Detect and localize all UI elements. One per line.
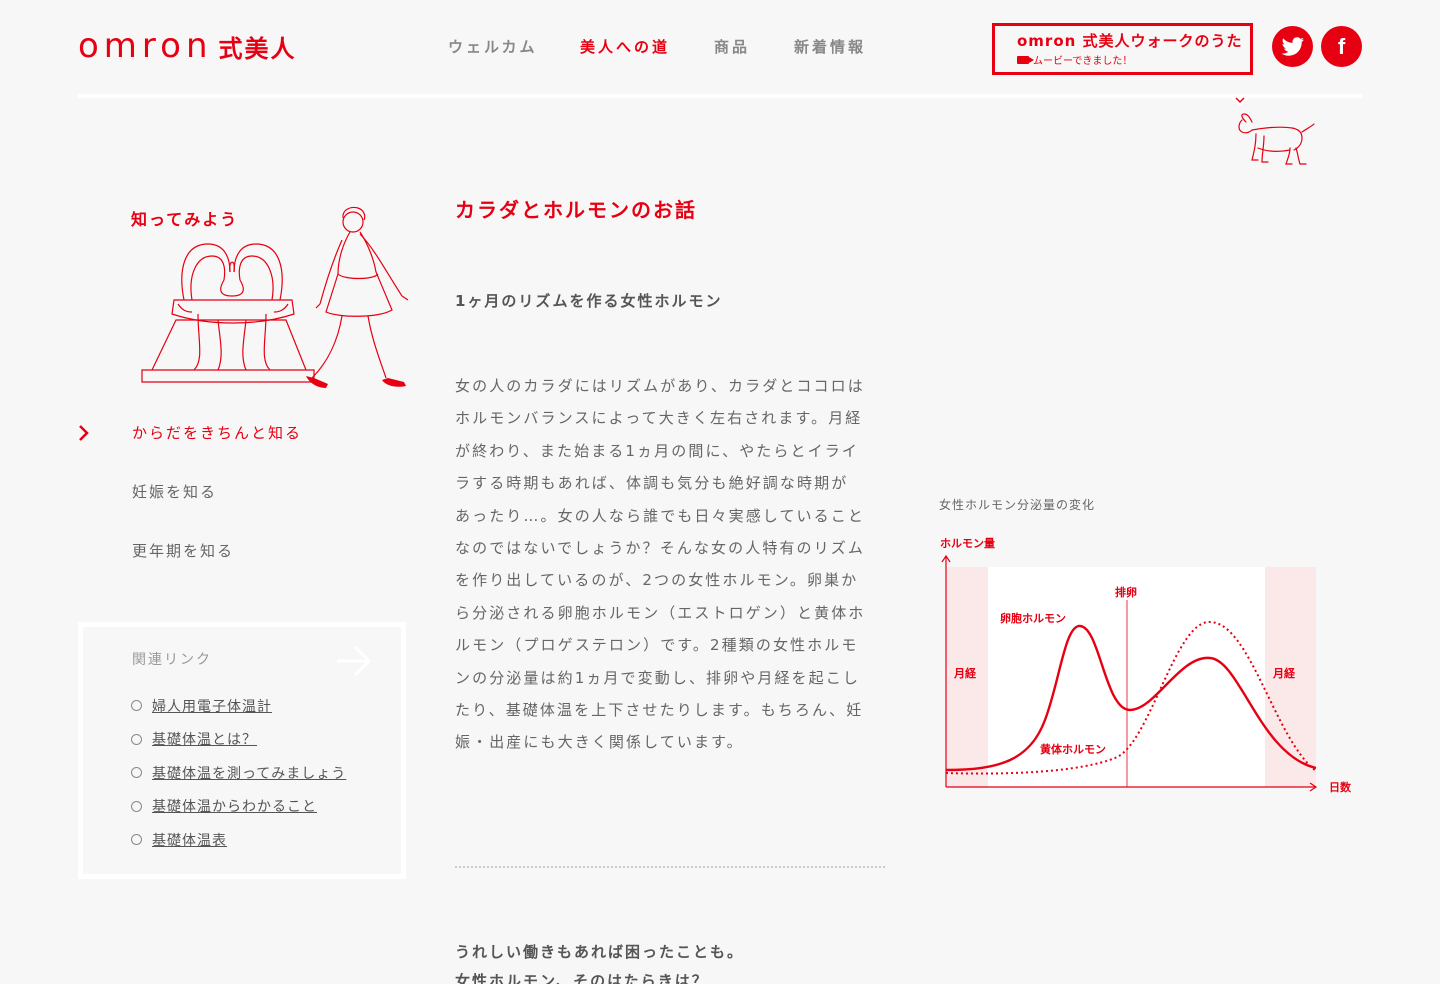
chevron-down-icon — [1230, 96, 1250, 106]
body-line: ルモン（プロゲステロン）です。2種類の女性ホルモ — [455, 636, 859, 655]
body-line: ンの分泌量は約1ヵ月で変動し、排卵や月経を起こし — [455, 668, 860, 687]
annotation-ovulation: 排卵 — [1115, 585, 1137, 599]
page-title: カラダとホルモンのお話 — [455, 198, 697, 222]
body-line: ら分泌される卵胞ホルモン（エストロゲン）と黄体ホ — [455, 603, 866, 622]
section-heading-2: うれしい働きもあれば困ったことも。 女性ホルモン、そのはたらきは？ — [455, 938, 744, 984]
facebook-button[interactable]: f — [1321, 26, 1362, 67]
x-axis-label: 日数 — [1329, 780, 1352, 794]
section-heading-2-line: 女性ホルモン、そのはたらきは？ — [455, 972, 709, 984]
sidebar-item-menopause[interactable]: 更年期を知る — [132, 540, 234, 561]
video-camera-icon — [1017, 55, 1034, 64]
body-line: が終わり、また始まる1ヵ月の間に、やたらとイライ — [455, 441, 859, 460]
chevron-right-icon — [79, 425, 89, 441]
circle-bullet-icon — [131, 767, 142, 779]
body-line: なのではないでしょうか？そんな女の人特有のリズム — [455, 539, 865, 558]
arrow-right-icon — [337, 645, 372, 677]
body-line: ラする時期もあれば、体調も気分も絶好調な時期が — [455, 474, 849, 493]
related-link[interactable]: 基礎体温を測ってみましょう — [152, 763, 346, 783]
nav-item-news[interactable]: 新着情報 — [794, 36, 894, 57]
annotation-menstruation-left: 月経 — [953, 666, 977, 680]
nav-item-products[interactable]: 商品 — [714, 36, 794, 57]
list-item: 基礎体温からわかること — [131, 790, 346, 824]
related-link[interactable]: 婦人用電子体温計 — [152, 696, 272, 716]
banner-sub-text: ムービーできました！ — [1033, 56, 1133, 67]
series-label-estrogen: 卵胞ホルモン — [1000, 611, 1066, 625]
dog-illustration — [1238, 113, 1315, 165]
body-line: たり、基礎体温を上下させたりします。もちろん、妊 — [455, 701, 864, 720]
list-item: 基礎体温を測ってみましょう — [131, 756, 346, 790]
nav-item-beauty-road[interactable]: 美人への道 — [580, 36, 714, 57]
logo-kanji: 式美人 — [218, 35, 297, 63]
banner-sub: ムービーできました！ — [1017, 52, 1250, 67]
chart-caption: 女性ホルモン分泌量の変化 — [939, 498, 1096, 512]
banner-title: omron 式美人ウォークのうた — [1017, 32, 1243, 50]
circle-bullet-icon — [131, 834, 142, 846]
hormone-chart: ホルモン量 日数 月経 排卵 月経 卵胞ホルモン 黄体ホルモン — [940, 537, 1352, 794]
y-axis-label: ホルモン量 — [940, 537, 995, 550]
cycle-band — [988, 567, 1265, 787]
related-links-box: 関連リンク 婦人用電子体温計 基礎体温とは？ 基礎体温を測ってみましょう 基礎体… — [78, 622, 406, 879]
header-divider — [78, 94, 1362, 98]
body-line: 女の人のカラダにはリズムがあり、カラダとココロは — [455, 377, 865, 395]
section-divider — [455, 866, 885, 868]
body-line: あったり…。女の人なら誰でも日々実感していること — [455, 506, 865, 525]
list-item: 基礎体温表 — [131, 823, 346, 857]
circle-bullet-icon — [131, 733, 142, 745]
related-link[interactable]: 基礎体温からわかること — [152, 796, 317, 816]
site-logo[interactable]: omron 式美人 — [78, 26, 297, 66]
circle-bullet-icon — [131, 800, 142, 812]
related-links-list: 婦人用電子体温計 基礎体温とは？ 基礎体温を測ってみましょう 基礎体温からわかる… — [131, 689, 346, 857]
sidebar-item-body[interactable]: からだをきちんと知る — [132, 422, 302, 443]
global-nav: ウェルカム 美人への道 商品 新着情報 — [448, 36, 894, 57]
body-line: 娠・出産にも大きく関係しています。 — [455, 733, 744, 752]
list-item: 基礎体温とは？ — [131, 723, 346, 757]
annotation-menstruation-right: 月経 — [1272, 666, 1296, 680]
logo-word: omron — [78, 26, 213, 66]
nav-item-welcome[interactable]: ウェルカム — [448, 36, 580, 57]
movie-banner[interactable]: omron 式美人ウォークのうた ムービーできました！ — [992, 23, 1253, 75]
series-label-progesterone: 黄体ホルモン — [1040, 742, 1106, 756]
related-link[interactable]: 基礎体温とは？ — [152, 729, 257, 749]
twitter-button[interactable] — [1272, 26, 1313, 67]
sidebar-item-pregnancy[interactable]: 妊娠を知る — [132, 481, 217, 502]
body-line: を作り出しているのが、2つの女性ホルモン。卵巣か — [455, 571, 859, 590]
section-heading: 1ヶ月のリズムを作る女性ホルモン — [455, 292, 723, 310]
related-link[interactable]: 基礎体温表 — [152, 830, 227, 850]
body-line: ホルモンバランスによって大きく左右されます。月経 — [455, 409, 863, 428]
facebook-icon: f — [1337, 33, 1346, 59]
twitter-bird-icon — [1281, 36, 1304, 56]
fountain-woman-illustration — [141, 206, 409, 388]
related-links-title: 関連リンク — [132, 652, 212, 668]
section-heading-2-line: うれしい働きもあれば困ったことも。 — [455, 943, 745, 961]
list-item: 婦人用電子体温計 — [131, 689, 346, 723]
body-paragraph: 女の人のカラダにはリズムがあり、カラダとココロは ホルモンバランスによって大きく… — [455, 370, 883, 759]
circle-bullet-icon — [131, 700, 142, 712]
